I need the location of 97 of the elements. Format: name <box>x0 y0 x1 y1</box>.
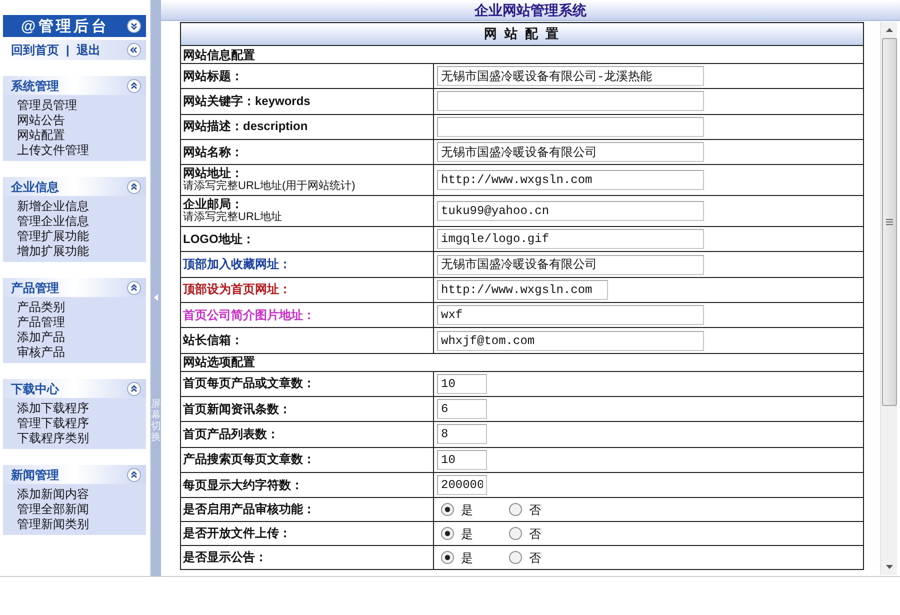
section-header[interactable]: 下载中心 <box>3 379 146 398</box>
menu-item[interactable]: 管理员管理 <box>17 98 77 113</box>
menu-item[interactable]: 新增企业信息 <box>17 199 89 214</box>
scrollbar-thumb[interactable] <box>882 38 896 406</box>
link-separator: | <box>66 44 70 56</box>
section-header[interactable]: 新闻管理 <box>3 465 146 484</box>
scroll-down-icon[interactable] <box>886 565 892 569</box>
field-label: 顶部加入收藏网址： <box>183 258 291 272</box>
menu-item[interactable]: 管理全部新闻 <box>17 502 89 517</box>
menu-item[interactable]: 管理新闻类别 <box>17 517 89 532</box>
radio-label: 否 <box>529 526 541 541</box>
menu-item[interactable]: 添加下载程序 <box>17 401 89 416</box>
field-note: 请添写完整URL地址 <box>183 211 282 224</box>
field-label: 网站关键字：keywords <box>183 94 310 108</box>
radio-label: 否 <box>529 550 541 565</box>
splitter-label: 屏幕切换 <box>151 399 161 443</box>
section-header[interactable]: 系统管理 <box>3 76 146 95</box>
page-title: 企业网站管理系统 <box>474 3 586 17</box>
menu-item[interactable]: 增加扩展功能 <box>17 244 89 259</box>
field-label: 网站标题： <box>183 70 243 83</box>
number-input[interactable]: 6 <box>437 399 487 420</box>
section-header[interactable]: 产品管理 <box>3 278 146 297</box>
radio-label: 是 <box>461 526 473 541</box>
radio-button[interactable] <box>509 551 522 564</box>
field-label: 首页产品列表数： <box>183 428 279 441</box>
double-chevron-down-icon[interactable] <box>127 19 141 33</box>
field-label: 网站名称： <box>183 146 243 159</box>
menu-item[interactable]: 添加产品 <box>17 330 65 345</box>
radio-button[interactable] <box>509 527 522 540</box>
menu-item[interactable]: 网站公告 <box>17 113 65 128</box>
field-label: 是否开放文件上传： <box>183 527 291 540</box>
text-input[interactable]: imgqle/logo.gif <box>437 229 704 250</box>
group-heading: 网站选项配置 <box>183 355 255 370</box>
number-input[interactable]: 10 <box>437 450 487 470</box>
field-label: 产品搜索页每页文章数： <box>183 453 315 466</box>
field-label: 首页公司简介图片地址： <box>183 308 315 322</box>
radio-button[interactable] <box>441 527 454 540</box>
section-title: 产品管理 <box>11 282 59 294</box>
menu-item[interactable]: 下载程序类别 <box>17 431 89 446</box>
menu-item[interactable]: 管理企业信息 <box>17 214 89 229</box>
sidebar-link[interactable]: 回到首页 <box>11 44 59 56</box>
menu-item[interactable]: 管理下载程序 <box>17 416 89 431</box>
field-label: 站长信箱： <box>183 334 243 348</box>
menu-item[interactable]: 上传文件管理 <box>17 143 89 158</box>
number-input[interactable]: 10 <box>437 374 487 394</box>
radio-button[interactable] <box>509 503 522 516</box>
menu-item[interactable]: 审核产品 <box>17 345 65 360</box>
radio-label: 是 <box>461 550 473 565</box>
field-label: 顶部设为首页网址： <box>183 283 291 296</box>
text-input[interactable]: 无锡市国盛冷暖设备有限公司-龙溪热能 <box>437 66 704 86</box>
menu-item[interactable]: 添加新闻内容 <box>17 487 89 502</box>
table-title: 网 站 配 置 <box>180 22 864 46</box>
double-chevron-up-icon[interactable] <box>127 468 141 482</box>
double-chevron-up-icon[interactable] <box>127 78 141 92</box>
menu-item[interactable]: 产品管理 <box>17 315 65 330</box>
section-header[interactable]: 企业信息 <box>3 177 146 196</box>
field-label: 是否显示公告： <box>183 551 267 564</box>
text-input[interactable]: 无锡市国盛冷暖设备有限公司 <box>437 254 704 275</box>
text-input[interactable]: http://www.wxgsln.com <box>437 280 608 300</box>
triangle-left-icon <box>154 294 158 301</box>
field-note: 请添写完整URL地址(用于网站统计) <box>183 180 356 194</box>
radio-label: 否 <box>529 502 541 517</box>
section-title: 下载中心 <box>11 382 59 394</box>
radio-button[interactable] <box>441 503 454 516</box>
sidebar-link[interactable]: 退出 <box>76 44 100 56</box>
double-chevron-left-icon[interactable] <box>127 43 141 57</box>
text-input[interactable] <box>437 116 704 137</box>
grip-icon <box>886 219 892 225</box>
text-input[interactable]: http://www.wxgsln.com <box>437 170 704 190</box>
double-chevron-up-icon[interactable] <box>127 382 141 396</box>
field-label: 首页新闻资讯条数： <box>183 402 291 416</box>
radio-label: 是 <box>461 502 473 517</box>
text-input[interactable] <box>437 91 704 112</box>
field-label: 首页每页产品或文章数： <box>183 377 315 390</box>
menu-item[interactable]: 管理扩展功能 <box>17 229 89 244</box>
field-label: LOGO地址： <box>183 232 254 246</box>
double-chevron-up-icon[interactable] <box>127 280 141 294</box>
group-heading: 网站信息配置 <box>183 48 255 62</box>
field-label: 网站地址： <box>183 167 243 180</box>
section-title: 企业信息 <box>11 180 59 192</box>
text-input[interactable]: wxf <box>437 305 704 326</box>
field-label: 网站描述：description <box>183 120 308 134</box>
field-label: 是否启用产品审核功能： <box>183 503 315 516</box>
menu-item[interactable]: 网站配置 <box>17 128 65 143</box>
text-input[interactable]: whxjf@tom.com <box>437 330 704 351</box>
double-chevron-up-icon[interactable] <box>127 180 141 194</box>
section-title: 系统管理 <box>11 80 59 92</box>
radio-button[interactable] <box>441 551 454 564</box>
text-input[interactable]: 无锡市国盛冷暖设备有限公司 <box>437 142 704 162</box>
menu-item[interactable]: 产品类别 <box>17 300 65 315</box>
number-input[interactable]: 8 <box>437 424 487 444</box>
sidebar-title: @管理后台 <box>21 18 110 34</box>
text-input[interactable]: tuku99@yahoo.cn <box>437 201 704 222</box>
field-label: 企业邮局： <box>183 198 243 212</box>
section-title: 新闻管理 <box>11 468 59 480</box>
field-label: 每页显示大约字符数： <box>183 478 303 492</box>
scroll-up-icon[interactable] <box>886 28 892 32</box>
